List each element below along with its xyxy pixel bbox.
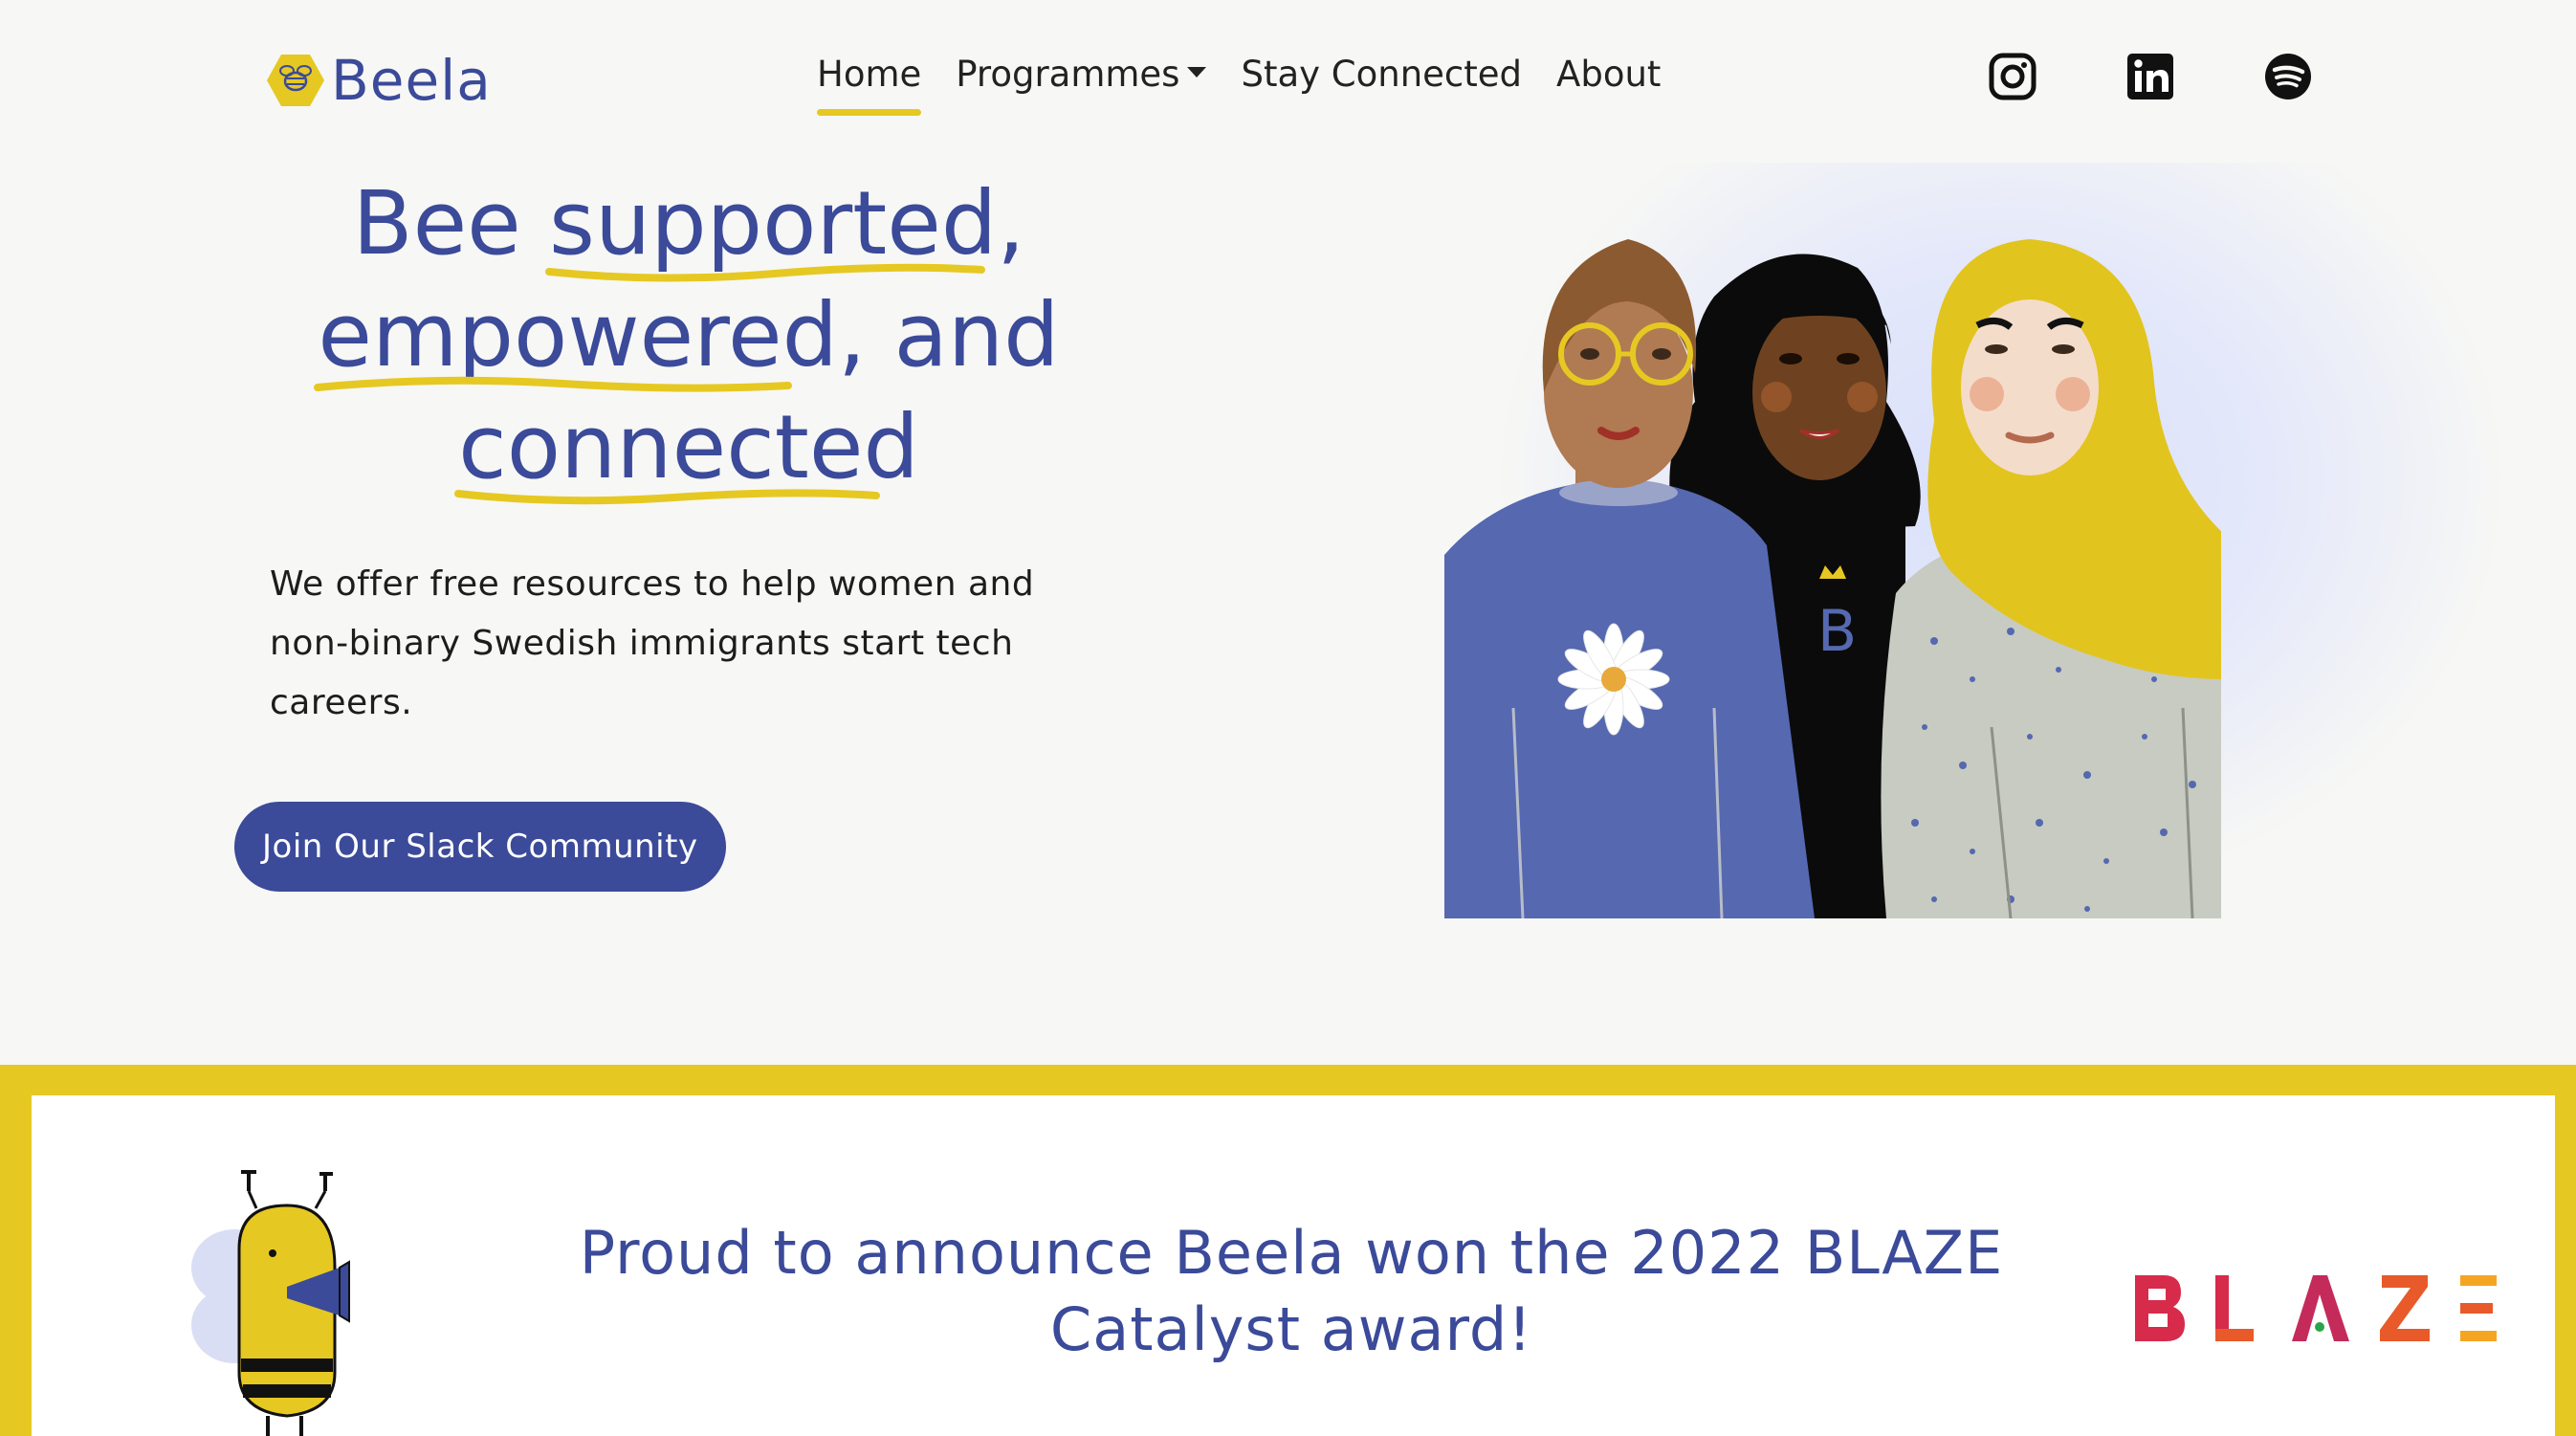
navbar: Beela Home Programmes Stay Connected Abo… xyxy=(0,0,2576,163)
headline-word: Bee xyxy=(352,172,550,275)
brand-name: Beela xyxy=(331,48,492,113)
hero-intro-text: We offer free resources to help women an… xyxy=(270,564,1035,722)
linkedin-icon[interactable] xyxy=(2125,52,2175,101)
spotify-icon[interactable] xyxy=(2263,52,2313,101)
nav-home[interactable]: Home xyxy=(817,54,922,116)
instagram-icon[interactable] xyxy=(1988,52,2037,101)
nav-programmes-label: Programmes xyxy=(956,54,1180,95)
headline-word: , xyxy=(997,172,1025,275)
caret-down-icon xyxy=(1187,67,1207,77)
nav-about[interactable]: About xyxy=(1556,54,1661,95)
brand-logo[interactable]: Beela xyxy=(266,48,492,113)
hero-headline: Bee supported, empowered, and connected xyxy=(258,167,1119,505)
headline-word: , and xyxy=(837,284,1060,387)
three-women-illustration: B xyxy=(1444,239,2221,918)
award-announcement: Proud to announce Beela won the 2022 BLA… xyxy=(579,1218,2004,1364)
hexagon-bee-icon xyxy=(267,55,324,106)
blaze-logo[interactable] xyxy=(2131,1268,2499,1349)
bee-megaphone-icon xyxy=(191,1170,350,1436)
underline-squiggle xyxy=(454,489,881,505)
nav-menu: Home Programmes Stay Connected About xyxy=(817,54,1695,116)
headline-highlight-connected: connected xyxy=(454,391,919,505)
headline-highlight-supported: supported xyxy=(545,167,997,282)
nav-programmes[interactable]: Programmes xyxy=(956,54,1207,95)
svg-text:B: B xyxy=(1817,598,1857,665)
nav-stay-connected[interactable]: Stay Connected xyxy=(1241,54,1522,95)
join-slack-button[interactable]: Join Our Slack Community xyxy=(234,802,726,892)
headline-highlight-empowered: empowered xyxy=(314,279,838,392)
